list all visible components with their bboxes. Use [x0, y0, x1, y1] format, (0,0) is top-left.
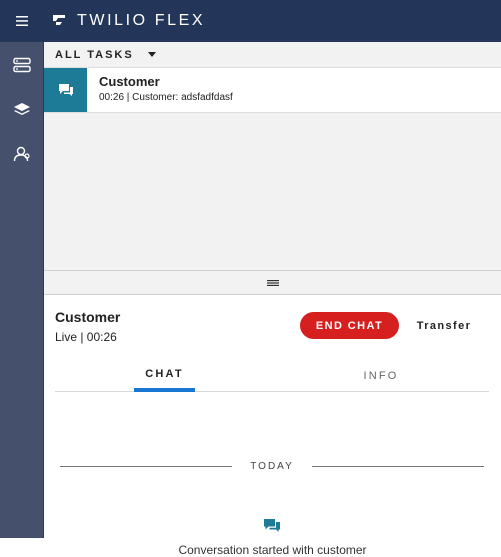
date-divider: TODAY: [60, 459, 484, 473]
agent-desktop-icon[interactable]: [0, 42, 43, 88]
chat-bubble-icon: [263, 518, 281, 538]
system-message: Conversation started with customer: [178, 543, 367, 557]
chat-bubble-icon: [44, 68, 87, 112]
tab-chat[interactable]: CHAT: [134, 359, 195, 392]
end-chat-button[interactable]: END CHAT: [300, 312, 399, 339]
drag-handle-icon: [266, 279, 279, 286]
caret-down-icon: [147, 52, 156, 57]
main-area: ALL TASKS Customer 00:26 | Customer: ads…: [44, 42, 501, 557]
detail-tabs: CHAT INFO: [55, 359, 489, 392]
app-title: TWILIO FLEX: [77, 12, 206, 29]
date-divider-label: TODAY: [250, 460, 294, 472]
layers-icon[interactable]: [0, 88, 43, 132]
task-filter[interactable]: ALL TASKS: [44, 42, 501, 68]
task-name: Customer: [99, 74, 160, 89]
task-status: Live | 00:26: [55, 330, 117, 344]
task-subtitle: 00:26 | Customer: adsfadfdasf: [99, 92, 233, 103]
supervisor-icon[interactable]: [0, 132, 43, 176]
hamburger-menu-icon[interactable]: [0, 0, 43, 42]
task-list-panel: ALL TASKS Customer 00:26 | Customer: ads…: [44, 42, 501, 270]
customer-name: Customer: [55, 309, 121, 325]
sidebar: [0, 42, 44, 538]
tab-info[interactable]: INFO: [346, 359, 416, 392]
task-list-item[interactable]: Customer 00:26 | Customer: adsfadfdasf: [44, 68, 501, 113]
task-filter-label: ALL TASKS: [55, 48, 134, 61]
task-detail-panel: Customer Live | 00:26 END CHAT Transfer …: [44, 295, 501, 557]
divider-line: [311, 465, 484, 467]
twilio-flex-logo: TWILIO FLEX: [51, 12, 205, 30]
top-bar: TWILIO FLEX: [0, 0, 501, 42]
flex-logo-icon: [53, 15, 65, 25]
panel-splitter-handle[interactable]: [44, 270, 501, 295]
transfer-button[interactable]: Transfer: [408, 312, 480, 339]
divider-line: [60, 465, 233, 467]
